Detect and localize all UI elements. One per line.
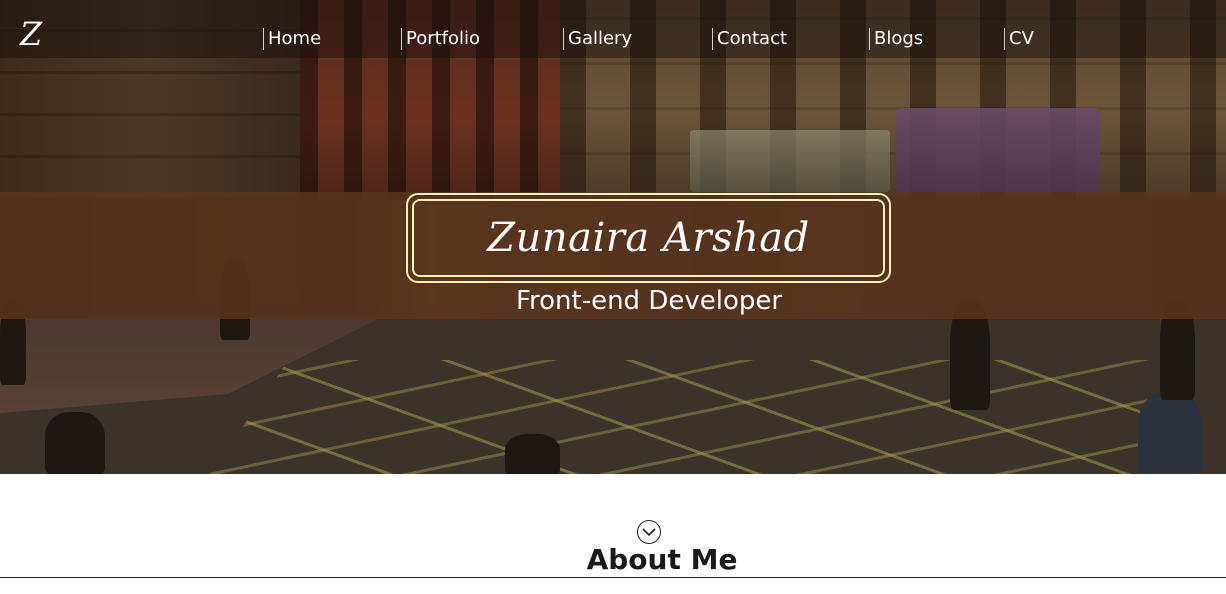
nav-item-label: Portfolio [406, 28, 481, 49]
background-bus [895, 108, 1100, 192]
nav-item-gallery[interactable]: Gallery [563, 28, 632, 50]
top-navbar: Z Home Portfolio Gallery Contact Blogs C… [0, 0, 1226, 58]
nav-item-blogs[interactable]: Blogs [869, 28, 923, 50]
background-pedestrian [45, 412, 105, 474]
nav-item-home[interactable]: Home [263, 28, 321, 50]
nav-item-label: Home [268, 28, 322, 49]
nav-item-portfolio[interactable]: Portfolio [401, 28, 480, 50]
nav-item-contact[interactable]: Contact [712, 28, 787, 50]
hero-name: Zunaira Arshad [487, 215, 810, 261]
nav-item-label: Gallery [568, 28, 633, 49]
name-frame: Zunaira Arshad [406, 193, 891, 283]
nav-item-label: CV [1009, 28, 1034, 49]
name-frame-inner: Zunaira Arshad [412, 199, 885, 277]
about-heading: About Me [586, 543, 738, 576]
background-road-markings [210, 360, 1190, 474]
background-bus [690, 130, 890, 192]
chevron-down-icon [642, 528, 656, 537]
background-pedestrian [505, 434, 560, 474]
chevron-down-circle-icon[interactable] [637, 520, 661, 544]
site-logo[interactable]: Z [20, 18, 43, 50]
background-pedestrian [1138, 392, 1202, 474]
section-divider [0, 577, 1226, 578]
nav-item-cv[interactable]: CV [1004, 28, 1034, 50]
hero-role: Front-end Developer [515, 286, 783, 316]
nav-item-label: Blogs [874, 28, 924, 49]
nav-item-label: Contact [717, 28, 788, 49]
